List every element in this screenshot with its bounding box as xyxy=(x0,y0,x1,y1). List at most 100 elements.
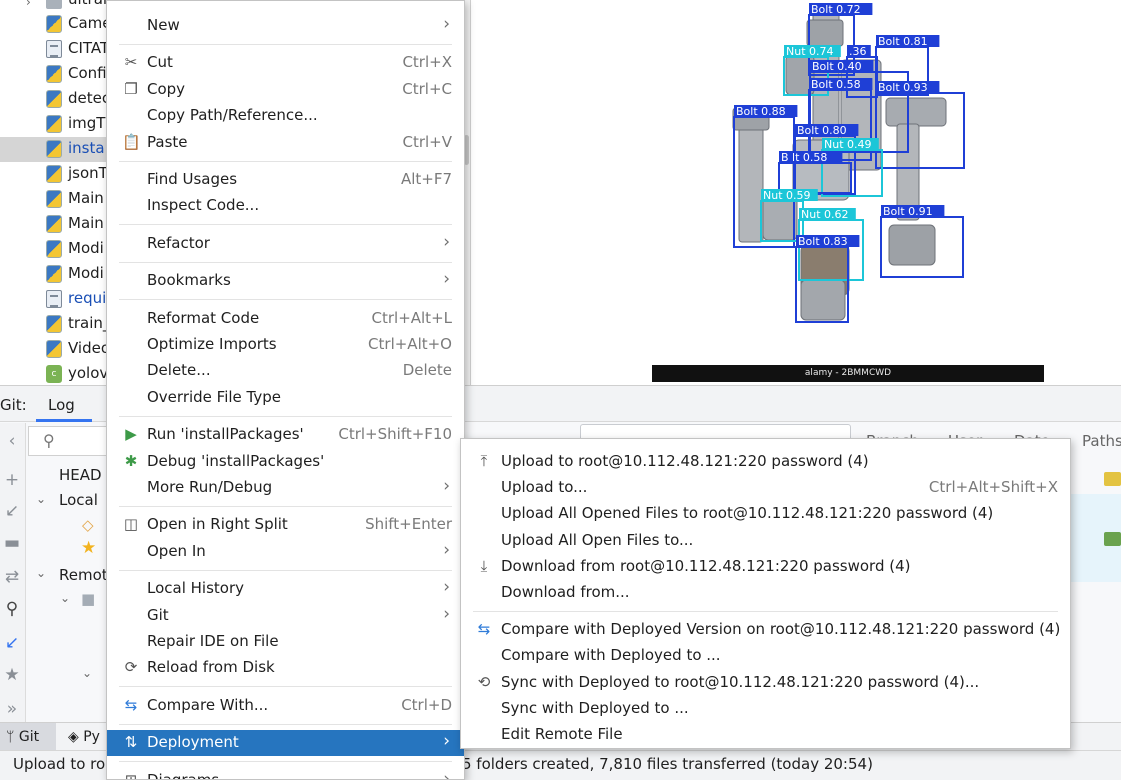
menu-item-upload-all-opened-files-to-root-10-112-48-121-220-password-4[interactable]: Upload All Opened Files to root@10.112.4… xyxy=(461,501,1070,527)
menu-item-sync-with-deployed-to[interactable]: Sync with Deployed to ... xyxy=(461,696,1070,722)
detection-label: Nut 0.49 xyxy=(824,138,872,151)
branch-group-local[interactable]: Local xyxy=(59,491,98,509)
menu-item-copy[interactable]: ❐ Copy Ctrl+C xyxy=(107,77,464,103)
compare-icon[interactable]: ⇄ xyxy=(2,567,22,587)
menu-item-bookmarks[interactable]: Bookmarks › xyxy=(107,268,464,294)
tree-item-label: yolov xyxy=(68,364,109,382)
tree-item-label: requi xyxy=(68,289,107,307)
menu-item-upload-to[interactable]: Upload to... Ctrl+Alt+Shift+X xyxy=(461,475,1070,501)
chevron-right-icon: › xyxy=(443,603,450,624)
menu-item-compare-with-deployed-to[interactable]: Compare with Deployed to ... xyxy=(461,643,1070,669)
bottom-tab-label: Py xyxy=(83,729,100,745)
menu-item-override-file-type[interactable]: Override File Type xyxy=(107,385,464,411)
chevron-down-icon[interactable]: ⌄ xyxy=(36,566,46,580)
tab-log[interactable]: Log xyxy=(36,386,92,422)
git-toolbar: ‹ + ↙ ▬ ⇄ ⚲ ↙ ★ » xyxy=(0,423,26,723)
menu-item-repair-ide-on-file[interactable]: Repair IDE on File xyxy=(107,629,464,655)
chevron-down-icon[interactable]: ⌄ xyxy=(82,666,92,680)
menu-item-shortcut: Ctrl+X xyxy=(402,53,452,72)
tag-icon xyxy=(1104,472,1121,486)
menu-item-debug-installpackages[interactable]: ✱ Debug 'installPackages' xyxy=(107,449,464,475)
branch-search-input[interactable]: ⚲ xyxy=(28,426,108,456)
menu-item-label: Git xyxy=(147,605,169,624)
menu-item-shortcut: Ctrl+V xyxy=(402,132,452,151)
menu-item-label: Compare With... xyxy=(147,695,269,714)
menu-item-edit-remote-file[interactable]: Edit Remote File xyxy=(461,722,1070,748)
python-file-icon xyxy=(46,265,62,283)
menu-item-copy-path-reference[interactable]: Copy Path/Reference... xyxy=(107,103,464,129)
menu-item-sync-with-deployed-to-root-10-112-48-121-220-password-4[interactable]: ⟲ Sync with Deployed to root@10.112.48.12… xyxy=(461,670,1070,696)
menu-item-inspect-code[interactable]: Inspect Code... xyxy=(107,193,464,219)
menu-item-upload-all-open-files-to[interactable]: Upload All Open Files to... xyxy=(461,528,1070,554)
chevron-down-icon[interactable]: ⌄ xyxy=(36,492,46,506)
tree-item-label: detec xyxy=(68,89,111,107)
menu-item-label: Deployment xyxy=(147,733,239,752)
branch-head[interactable]: HEAD xyxy=(59,466,102,484)
menu-item-reload-from-disk[interactable]: ⟳ Reload from Disk xyxy=(107,655,464,681)
menu-item-more-run-debug[interactable]: More Run/Debug › xyxy=(107,475,464,501)
menu-separator xyxy=(119,160,452,162)
menu-item-label: Find Usages xyxy=(147,170,238,188)
menu-item-label: Sync with Deployed to root@10.112.48.121… xyxy=(501,672,980,691)
update-icon[interactable]: ↙ xyxy=(2,633,22,653)
menu-item-git[interactable]: Git › xyxy=(107,603,464,629)
tag-icon xyxy=(1104,532,1121,546)
status-text-right: 5 folders created, 7,810 files transferr… xyxy=(462,755,873,773)
detection-label: Bolt 0.40 xyxy=(812,60,862,73)
menu-item-download-from[interactable]: Download from... xyxy=(461,580,1070,606)
arrow-down-left-icon[interactable]: ↙ xyxy=(2,501,22,521)
menu-item-label: Override File Type xyxy=(147,387,281,406)
menu-item-new[interactable]: New › xyxy=(107,13,464,39)
menu-item-open-in-right-split[interactable]: ◫ Open in Right Split Shift+Enter xyxy=(107,512,464,538)
tree-item-label: jsonT xyxy=(68,164,108,182)
menu-item-reformat-code[interactable]: Reformat Code Ctrl+Alt+L xyxy=(107,306,464,332)
menu-item-label: Upload to... xyxy=(501,478,588,497)
search-icon[interactable]: ⚲ xyxy=(2,599,22,619)
trash-icon[interactable]: ▬ xyxy=(2,533,22,553)
more-icon[interactable]: » xyxy=(2,699,22,719)
collapse-left-icon[interactable]: ‹ xyxy=(2,431,22,451)
filter-paths[interactable]: Paths xyxy=(1082,432,1121,450)
download-icon: ⤓ xyxy=(480,556,488,575)
menu-item-optimize-imports[interactable]: Optimize Imports Ctrl+Alt+O xyxy=(107,332,464,358)
chevron-right-icon[interactable]: › xyxy=(26,0,31,9)
star-icon[interactable]: ★ xyxy=(2,665,22,685)
menu-item-refactor[interactable]: Refactor › xyxy=(107,231,464,257)
menu-item-find-usages[interactable]: Find Usages Alt+F7 xyxy=(107,167,464,193)
menu-item-open-in[interactable]: Open In › xyxy=(107,539,464,565)
bottom-tab-python[interactable]: ◈ Py xyxy=(66,723,100,751)
menu-item-label: Compare with Deployed to ... xyxy=(501,646,721,665)
detection-label: Bolt 0.80 xyxy=(797,124,847,137)
chevron-right-icon: › xyxy=(443,768,450,780)
menu-item-label: More Run/Debug xyxy=(147,478,273,496)
chevron-right-icon: › xyxy=(443,539,450,560)
menu-item-compare-with-deployed-version-on-root-10-112-48-121-220-password-4[interactable]: ⇆ Compare with Deployed Version on root@1… xyxy=(461,617,1070,643)
menu-item-diagrams[interactable]: ⊞ Diagrams › xyxy=(107,768,464,780)
menu-item-label: Debug 'installPackages' xyxy=(147,451,325,470)
menu-item-download-from-root-10-112-48-121-220-password-4[interactable]: ⤓ Download from root@10.112.48.121:220 pa… xyxy=(461,554,1070,580)
branch-group-remote[interactable]: Remot xyxy=(59,566,108,584)
menu-separator xyxy=(119,723,452,725)
menu-item-shortcut: Ctrl+D xyxy=(401,695,452,714)
menu-item-shortcut: Shift+Enter xyxy=(365,515,452,534)
menu-item-paste[interactable]: 📋 Paste Ctrl+V xyxy=(107,130,464,156)
menu-item-upload-to-root-10-112-48-121-220-password-4[interactable]: ⤒ Upload to root@10.112.48.121:220 passwo… xyxy=(461,449,1070,475)
menu-item-label: Local History xyxy=(147,579,245,598)
deploy-icon: ⇅ xyxy=(124,733,138,752)
plus-icon[interactable]: + xyxy=(2,470,22,490)
menu-item-run-installpackages[interactable]: ▶ Run 'installPackages' Ctrl+Shift+F10 xyxy=(107,422,464,448)
git-branch-icon: ᛘ xyxy=(6,729,19,745)
menu-item-delete[interactable]: Delete... Delete xyxy=(107,358,464,384)
chevron-right-icon: › xyxy=(443,14,450,34)
menu-separator xyxy=(119,299,452,301)
menu-item-compare-with[interactable]: ⇆ Compare With... Ctrl+D xyxy=(107,693,464,719)
menu-item-label: Open In xyxy=(147,541,206,560)
chevron-down-icon[interactable]: ⌄ xyxy=(60,591,70,605)
menu-item-label: Refactor xyxy=(147,233,210,252)
menu-item-local-history[interactable]: Local History › xyxy=(107,576,464,602)
bottom-tab-git[interactable]: ᛘ Git xyxy=(0,723,56,751)
menu-item-label: Edit Remote File xyxy=(501,725,623,743)
menu-item-cut[interactable]: ✂ Cut Ctrl+X xyxy=(107,50,464,76)
menu-item-deployment[interactable]: ⇅ Deployment › xyxy=(107,730,464,757)
python-file-icon xyxy=(46,115,62,133)
